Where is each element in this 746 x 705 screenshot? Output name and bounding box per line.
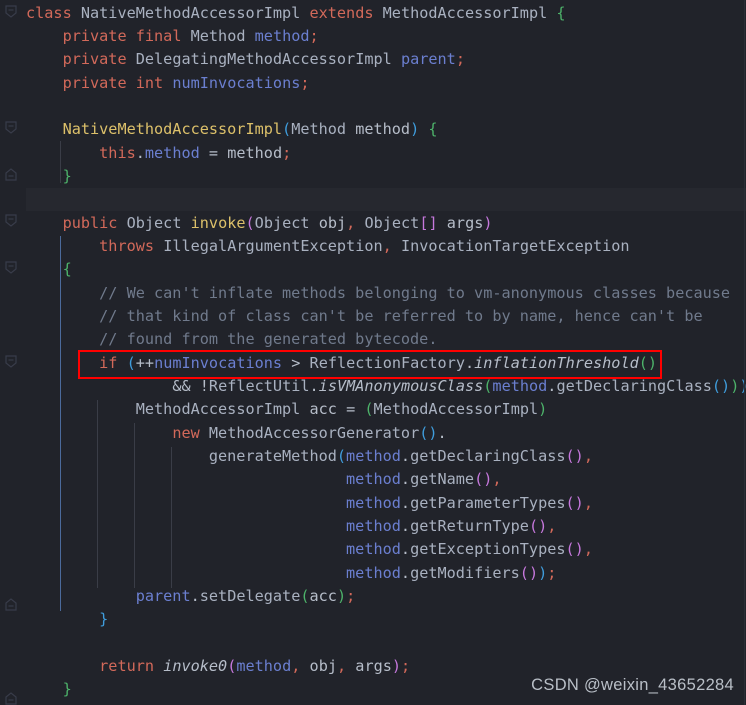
code-line[interactable]: throws IllegalArgumentException, Invocat… xyxy=(0,235,746,258)
indent-guide xyxy=(134,423,135,588)
code-line[interactable]: method.getReturnType(), xyxy=(0,515,746,538)
code-line[interactable]: generateMethod(method.getDeclaringClass(… xyxy=(0,445,746,468)
code-line[interactable]: this.method = method; xyxy=(0,142,746,165)
code-line[interactable]: private int numInvocations; xyxy=(0,72,746,95)
code-line[interactable]: { xyxy=(0,258,746,281)
code-line[interactable] xyxy=(0,188,746,211)
fold-marker-icon[interactable] xyxy=(5,355,18,368)
code-line[interactable]: method.getModifiers()); xyxy=(0,562,746,585)
code-editor[interactable]: class NativeMethodAccessorImpl extends M… xyxy=(0,0,746,705)
code-line[interactable]: MethodAccessorImpl acc = (MethodAccessor… xyxy=(0,398,746,421)
code-line[interactable]: // found from the generated bytecode. xyxy=(0,328,746,351)
code-line[interactable]: // that kind of class can't be referred … xyxy=(0,305,746,328)
fold-marker-icon[interactable] xyxy=(5,214,18,227)
code-line[interactable]: private final Method method; xyxy=(0,25,746,48)
code-line[interactable]: return invoke0(method, obj, args); xyxy=(0,655,746,678)
indent-guide xyxy=(60,141,61,183)
fold-marker-icon[interactable] xyxy=(5,121,18,134)
code-surface[interactable]: class NativeMethodAccessorImpl extends M… xyxy=(0,0,746,705)
fold-marker-end-icon[interactable] xyxy=(5,168,18,181)
code-line[interactable]: public Object invoke(Object obj, Object[… xyxy=(0,212,746,235)
editor-gutter[interactable] xyxy=(0,0,26,705)
code-line[interactable]: new MethodAccessorGenerator(). xyxy=(0,422,746,445)
indent-guide xyxy=(97,400,98,588)
fold-marker-icon[interactable] xyxy=(5,261,18,274)
code-line[interactable]: parent.setDelegate(acc); xyxy=(0,585,746,608)
code-line[interactable]: && !ReflectUtil.isVMAnonymousClass(metho… xyxy=(0,375,746,398)
indent-guide xyxy=(171,447,172,588)
code-line[interactable] xyxy=(0,95,746,118)
code-line[interactable]: class NativeMethodAccessorImpl extends M… xyxy=(0,2,746,25)
code-line[interactable]: // We can't inflate methods belonging to… xyxy=(0,282,746,305)
code-line[interactable]: if (++numInvocations > ReflectionFactory… xyxy=(0,352,746,375)
fold-marker-end-icon[interactable] xyxy=(5,692,18,705)
code-line[interactable]: method.getExceptionTypes(), xyxy=(0,538,746,561)
code-line[interactable]: NativeMethodAccessorImpl(Method method) … xyxy=(0,118,746,141)
code-line[interactable]: } xyxy=(0,165,746,188)
csdn-watermark: CSDN @weixin_43652284 xyxy=(531,676,734,694)
code-line[interactable] xyxy=(0,632,746,655)
indent-guide-active xyxy=(60,236,61,611)
code-line[interactable]: method.getName(), xyxy=(0,468,746,491)
code-line[interactable]: private DelegatingMethodAccessorImpl par… xyxy=(0,48,746,71)
code-line[interactable]: method.getParameterTypes(), xyxy=(0,492,746,515)
code-line[interactable]: } xyxy=(0,608,746,631)
fold-marker-icon[interactable] xyxy=(5,5,18,18)
editor-right-rule xyxy=(744,0,745,705)
fold-marker-end-icon[interactable] xyxy=(5,598,18,611)
